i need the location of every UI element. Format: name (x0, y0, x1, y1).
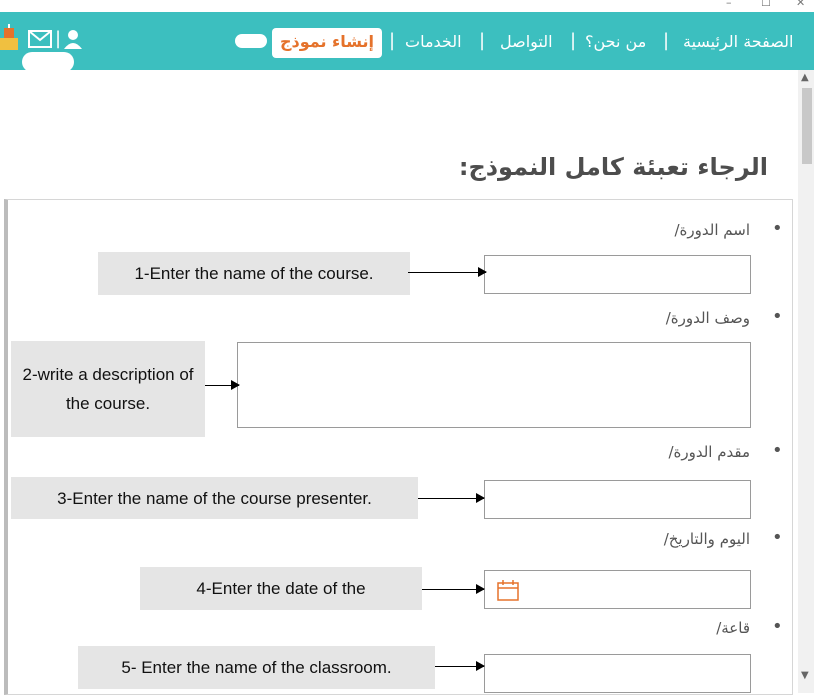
arrow-icon (205, 380, 240, 390)
bullet-icon: • (772, 218, 783, 239)
nav-link-home[interactable]: الصفحة الرئيسية (683, 32, 793, 51)
course-name-label: اسم الدورة/ (674, 221, 751, 239)
callout-course-description: 2-write a description of the course. (11, 341, 205, 437)
course-description-textarea[interactable] (237, 342, 751, 428)
arrow-icon (422, 584, 485, 594)
scroll-up-icon[interactable]: ▲ (801, 72, 809, 83)
nav-link-services[interactable]: الخدمات (405, 32, 462, 51)
bullet-icon: • (772, 306, 783, 327)
nav-separator: | (570, 30, 577, 51)
course-presenter-input[interactable] (484, 480, 751, 519)
scroll-down-icon[interactable]: ▼ (801, 670, 809, 681)
callout-course-presenter: 3-Enter the name of the course presenter… (11, 477, 418, 519)
create-form-button[interactable]: إنشاء نموذج (272, 28, 382, 58)
calendar-icon[interactable] (497, 579, 519, 601)
classroom-input[interactable] (484, 654, 751, 693)
bullet-icon: • (772, 440, 783, 461)
mail-icon[interactable] (28, 30, 52, 48)
course-name-input[interactable] (484, 255, 751, 294)
nav-link-about[interactable]: من نحن؟ (585, 32, 646, 51)
form-heading: الرجاء تعبئة كامل النموذج: (458, 153, 768, 181)
bullet-icon: • (772, 527, 783, 548)
nav-separator: | (55, 28, 62, 49)
nav-link-contact[interactable]: التواصل (500, 32, 553, 51)
arrow-icon (435, 661, 485, 671)
window-titlebar: – ☐ ✕ (0, 0, 814, 12)
bullet-icon: • (772, 616, 783, 637)
user-icon[interactable] (62, 29, 84, 49)
callout-course-name: 1-Enter the name of the course. (98, 252, 410, 295)
close-button[interactable]: ✕ (796, 0, 805, 9)
minimize-button[interactable]: – (726, 0, 732, 9)
logo-icon[interactable] (0, 24, 24, 54)
callout-date: 4-Enter the date of the (140, 567, 422, 610)
maximize-button[interactable]: ☐ (761, 0, 771, 9)
nav-separator: | (663, 30, 670, 51)
course-description-label: وصف الدورة/ (665, 309, 750, 327)
scrollbar-thumb[interactable] (802, 88, 812, 164)
classroom-label: قاعة/ (716, 619, 750, 637)
cloud-decoration (235, 34, 267, 48)
nav-separator: | (389, 30, 396, 51)
arrow-icon (418, 493, 485, 503)
cloud-decoration (22, 52, 74, 72)
day-date-input[interactable] (484, 570, 751, 609)
callout-classroom: 5- Enter the name of the classroom. (78, 646, 435, 689)
nav-separator: | (479, 30, 486, 51)
arrow-icon (408, 267, 487, 277)
create-form-label: إنشاء نموذج (279, 32, 374, 51)
course-presenter-label: مقدم الدورة/ (668, 443, 750, 461)
day-date-label: اليوم والتاريخ/ (663, 530, 750, 548)
site-navbar: | إنشاء نموذج | الخدمات | التواصل | من ن… (0, 12, 814, 72)
